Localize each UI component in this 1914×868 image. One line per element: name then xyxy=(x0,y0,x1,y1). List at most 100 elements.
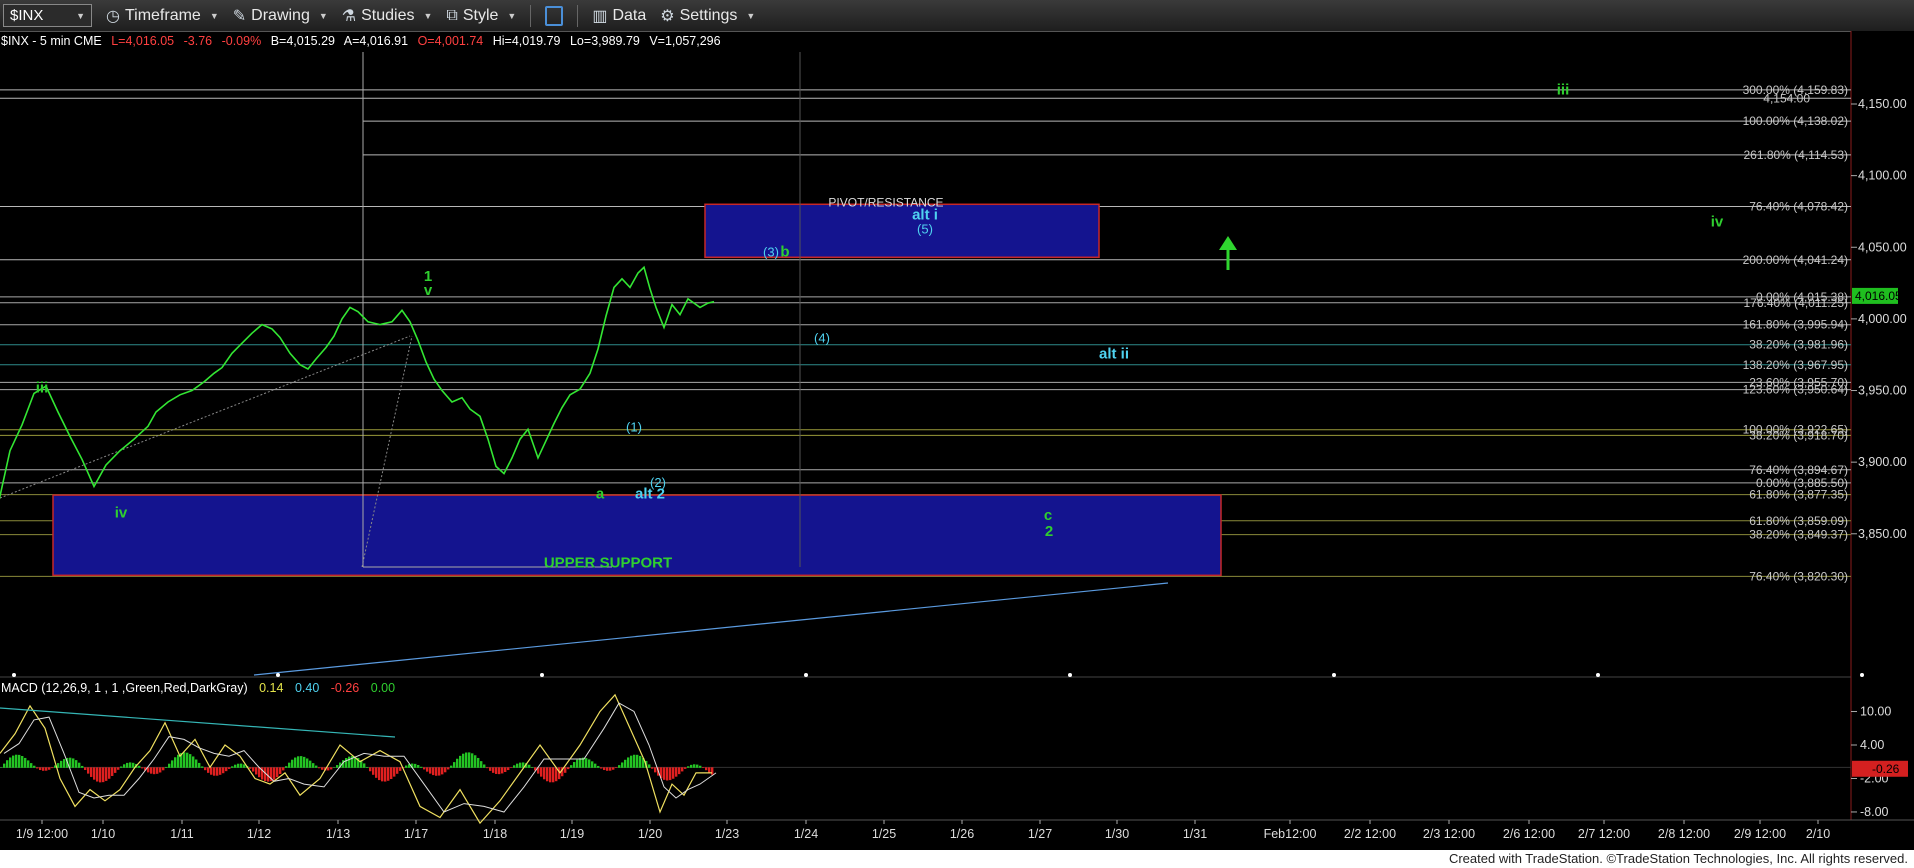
macd-histogram-bar xyxy=(336,765,339,768)
wave-label: (5) xyxy=(917,222,933,237)
style-menu[interactable]: ⧉ Style ▼ xyxy=(446,0,516,31)
macd-histogram-bar xyxy=(579,758,582,768)
macd-histogram-bar xyxy=(141,767,144,769)
macd-histogram-bar xyxy=(654,767,657,773)
data-menu[interactable]: ▥ Data xyxy=(592,0,646,31)
macd-histogram-bar xyxy=(438,767,441,776)
session-dot xyxy=(1332,673,1336,677)
fib-level-label: 4,154.00 xyxy=(1763,91,1810,105)
macd-histogram-bar xyxy=(276,767,279,778)
macd-histogram-bar xyxy=(393,767,396,777)
macd-histogram-bar xyxy=(384,767,387,782)
symbol-selector[interactable]: $INX ▼ xyxy=(3,4,92,27)
macd-histogram-bar xyxy=(624,759,627,768)
wave-label: (2) xyxy=(650,475,666,490)
macd-histogram-bar xyxy=(543,767,546,780)
macd-histogram-bar xyxy=(105,767,108,781)
macd-histogram-bar xyxy=(540,767,543,777)
macd-histogram-bar xyxy=(663,767,666,780)
macd-histogram-bar xyxy=(249,767,252,769)
macd-histogram-bar xyxy=(462,753,465,768)
macd-histogram-bar xyxy=(315,765,318,768)
macd-histogram-bar xyxy=(435,767,438,776)
macd-histogram-bar xyxy=(372,767,375,775)
macd-histogram-bar xyxy=(153,767,156,775)
macd-histogram-bar xyxy=(120,766,123,768)
macd-histogram-bar xyxy=(171,760,174,768)
header-open: O=4,001.74 xyxy=(418,34,484,48)
macd-histogram-bar xyxy=(591,761,594,768)
wave-label: c xyxy=(1044,507,1052,524)
macd-histogram-bar xyxy=(234,764,237,768)
chevron-down-icon: ▼ xyxy=(423,10,433,21)
layout-icon[interactable] xyxy=(545,5,564,26)
macd-histogram-bar xyxy=(9,757,12,768)
settings-menu[interactable]: ⚙ Settings ▼ xyxy=(660,0,755,31)
time-tick-label: 1/26 xyxy=(950,827,974,841)
macd-histogram-bar xyxy=(198,762,201,768)
header-bid: B=4,015.29 xyxy=(271,34,335,48)
macd-histogram-bar xyxy=(24,757,27,768)
time-tick-label: 2/9 12:00 xyxy=(1734,827,1786,841)
macd-histogram-bar xyxy=(708,767,711,773)
macd-signal-line[interactable] xyxy=(3,702,717,813)
wave-label: a xyxy=(596,486,605,503)
price-scale[interactable] xyxy=(1851,31,1914,850)
timeframe-menu[interactable]: ◷ Timeframe ▼ xyxy=(106,0,219,31)
macd-avg: 0.40 xyxy=(295,681,319,695)
macd-histogram-bar xyxy=(705,767,708,771)
time-tick-label: 1/19 xyxy=(560,827,584,841)
flask-icon: ⚗ xyxy=(341,7,357,25)
header-change: -3.76 xyxy=(184,34,213,48)
chevron-down-icon[interactable]: ▼ xyxy=(76,11,85,21)
studies-menu[interactable]: ⚗ Studies ▼ xyxy=(342,0,433,31)
macd-histogram-bar xyxy=(666,767,669,781)
macd-histogram-bar xyxy=(312,763,315,768)
fib-level-label: 76.40% (4,078.42) xyxy=(1749,200,1848,214)
macd-histogram-bar xyxy=(459,755,462,768)
wave-label: alt ii xyxy=(1099,345,1129,362)
macd-histogram-bar xyxy=(45,767,48,771)
chevron-down-icon: ▼ xyxy=(507,10,517,21)
drawing-menu[interactable]: ✎ Drawing ▼ xyxy=(233,0,328,31)
macd-histogram-bar xyxy=(3,763,6,768)
symbol-input[interactable]: $INX xyxy=(10,7,43,24)
macd-histogram-bar xyxy=(207,767,210,773)
time-tick-label: 2/3 12:00 xyxy=(1423,827,1475,841)
macd-diff: -0.26 xyxy=(331,681,360,695)
macd-histogram-bar xyxy=(615,767,618,768)
header-volume: V=1,057,296 xyxy=(649,34,720,48)
macd-histogram-bar xyxy=(609,767,612,771)
macd-histogram-bar xyxy=(93,767,96,780)
dotted-trendline[interactable] xyxy=(0,335,411,499)
macd-histogram-bar xyxy=(507,767,510,771)
macd-histogram-bar xyxy=(189,754,192,768)
macd-line[interactable] xyxy=(0,693,712,825)
wave-label: iii xyxy=(1557,82,1570,99)
macd-histogram-bar xyxy=(474,755,477,768)
macd-histogram-bar xyxy=(285,766,288,768)
time-tick-label: Feb12:00 xyxy=(1264,827,1317,841)
wave-label: (3) xyxy=(763,245,779,260)
macd-trendline[interactable] xyxy=(0,707,396,738)
macd-histogram-bar xyxy=(183,752,186,768)
fib-level-label: 138.20% (3,967.95) xyxy=(1743,358,1848,372)
pencil-icon: ✎ xyxy=(232,7,247,25)
macd-histogram-bar xyxy=(486,767,489,769)
wave-label: b xyxy=(780,244,789,261)
macd-histogram-bar xyxy=(21,756,24,768)
time-tick-label: 1/18 xyxy=(483,827,507,841)
support-trendline[interactable] xyxy=(253,582,1169,676)
toolbar-divider xyxy=(577,4,579,27)
macd-histogram-bar xyxy=(669,767,672,781)
price-chart[interactable]: 4,150.00 4,100.00 4,050.00 4,000.00 3,950.00… xyxy=(0,31,1914,850)
macd-histogram-bar xyxy=(552,767,555,783)
macd-histogram-bar xyxy=(444,767,447,773)
time-tick-label: 2/6 12:00 xyxy=(1503,827,1555,841)
macd-histogram-bar xyxy=(423,767,426,770)
macd-histogram-bar xyxy=(216,767,219,776)
macd-histogram-bar xyxy=(417,765,420,768)
time-tick-label: 1/31 xyxy=(1183,827,1207,841)
macd-histogram-bar xyxy=(177,754,180,768)
macd-histogram-bar xyxy=(204,767,207,771)
